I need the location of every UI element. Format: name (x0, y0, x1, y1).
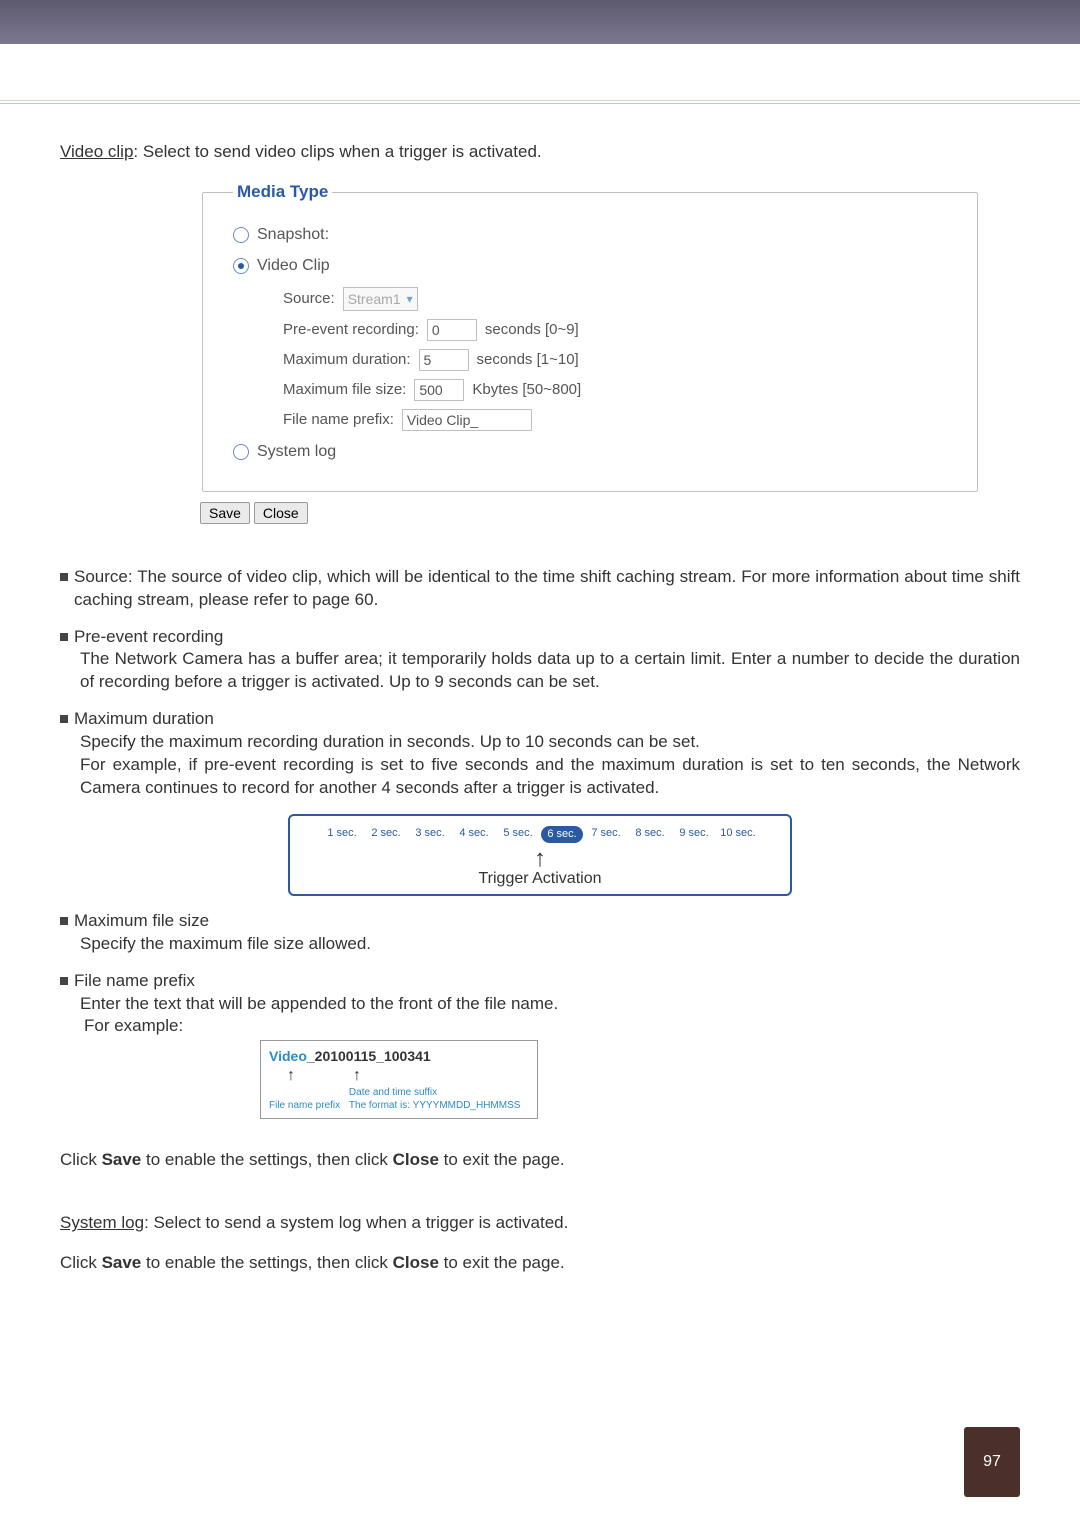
sec-1: 1 sec. (321, 826, 363, 843)
fname-datetime: _20100115_100341 (307, 1048, 431, 1064)
bullet-icon (60, 715, 68, 723)
source-select[interactable]: Stream1 ▾ (343, 287, 418, 311)
trigger-label: Trigger Activation (300, 868, 780, 890)
fname-prefix: Video (269, 1048, 307, 1064)
prefix-body1: Enter the text that will be appended to … (80, 993, 1020, 1016)
maxsize-label: Maximum file size: (283, 380, 406, 400)
syslog-underline: System log (60, 1213, 144, 1232)
filename-example-box: Video_20100115_100341 ↑ ↑ File name pref… (260, 1040, 538, 1119)
sec-5: 5 sec. (497, 826, 539, 843)
maxdur-title: Maximum duration (74, 708, 214, 731)
bullet-icon (60, 633, 68, 641)
sec-10: 10 sec. (717, 826, 759, 843)
top-band (0, 0, 1080, 44)
sec-2: 2 sec. (365, 826, 407, 843)
click-save-line2: Click Save to enable the settings, then … (60, 1252, 1020, 1275)
bullet-icon (60, 917, 68, 925)
prefix-label: File name prefix: (283, 410, 394, 430)
click-save-line1: Click Save to enable the settings, then … (60, 1149, 1020, 1172)
page-number: 97 (964, 1427, 1020, 1497)
media-type-legend: Media Type (233, 181, 332, 204)
bullet-icon (60, 977, 68, 985)
fname-cap2a: Date and time suffix (349, 1087, 437, 1098)
maxsize-input[interactable] (414, 379, 464, 401)
source-paragraph: Source: The source of video clip, which … (74, 566, 1020, 612)
radio-snapshot[interactable] (233, 227, 249, 243)
preevent-suffix: seconds [0~9] (485, 320, 579, 340)
preevent-label: Pre-event recording: (283, 320, 419, 340)
arrow-up-icon: ↑ (353, 1068, 361, 1084)
media-type-fieldset: Media Type Snapshot: Video Clip Source: … (202, 181, 978, 492)
preevent-input[interactable] (427, 319, 477, 341)
bullet-icon (60, 573, 68, 581)
systemlog-line: System log: Select to send a system log … (60, 1212, 1020, 1235)
snapshot-option[interactable]: Snapshot: (233, 224, 947, 246)
maxdur-input[interactable] (419, 349, 469, 371)
syslog-rest: : Select to send a system log when a tri… (144, 1213, 568, 1232)
preevent-body: The Network Camera has a buffer area; it… (80, 648, 1020, 694)
maxsize-title: Maximum file size (74, 910, 209, 933)
prefix-input[interactable] (402, 409, 532, 431)
radio-videoclip[interactable] (233, 258, 249, 274)
sec-9: 9 sec. (673, 826, 715, 843)
maxsize-suffix: Kbytes [50~800] (472, 380, 581, 400)
divider-beige (0, 100, 1080, 101)
prefix-body2: For example: (84, 1015, 1020, 1038)
source-label: Source: (283, 289, 335, 309)
systemlog-label: System log (257, 441, 336, 463)
close-button[interactable]: Close (254, 502, 308, 524)
videoclip-label: Video Clip (257, 255, 330, 277)
intro-rest: : Select to send video clips when a trig… (133, 142, 541, 161)
trigger-diagram: 1 sec. 2 sec. 3 sec. 4 sec. 5 sec. 6 sec… (288, 814, 792, 896)
maxdur-body2: For example, if pre-event recording is s… (80, 754, 1020, 800)
prefix-title: File name prefix (74, 970, 195, 993)
videoclip-option[interactable]: Video Clip (233, 255, 947, 277)
snapshot-label: Snapshot: (257, 224, 329, 246)
sec-6: 6 sec. (541, 826, 583, 843)
sec-3: 3 sec. (409, 826, 451, 843)
sec-4: 4 sec. (453, 826, 495, 843)
preevent-title: Pre-event recording (74, 626, 223, 649)
sec-7: 7 sec. (585, 826, 627, 843)
maxsize-body: Specify the maximum file size allowed. (80, 933, 1020, 956)
save-button[interactable]: Save (200, 502, 250, 524)
fname-cap2b: The format is: YYYYMMDD_HHMMSS (349, 1100, 521, 1111)
intro-line: Video clip: Select to send video clips w… (60, 141, 1020, 164)
arrow-up-icon: ↑ (287, 1068, 295, 1084)
systemlog-option[interactable]: System log (233, 441, 947, 463)
radio-systemlog[interactable] (233, 444, 249, 460)
source-value: Stream1 (348, 290, 401, 309)
maxdur-suffix: seconds [1~10] (477, 350, 579, 370)
maxdur-label: Maximum duration: (283, 350, 411, 370)
maxdur-body1: Specify the maximum recording duration i… (80, 731, 1020, 754)
arrow-up-icon: ↑ (300, 849, 780, 868)
intro-underline: Video clip (60, 142, 133, 161)
fname-cap1: File name prefix (269, 1100, 340, 1111)
chevron-down-icon: ▾ (407, 291, 413, 307)
sec-8: 8 sec. (629, 826, 671, 843)
